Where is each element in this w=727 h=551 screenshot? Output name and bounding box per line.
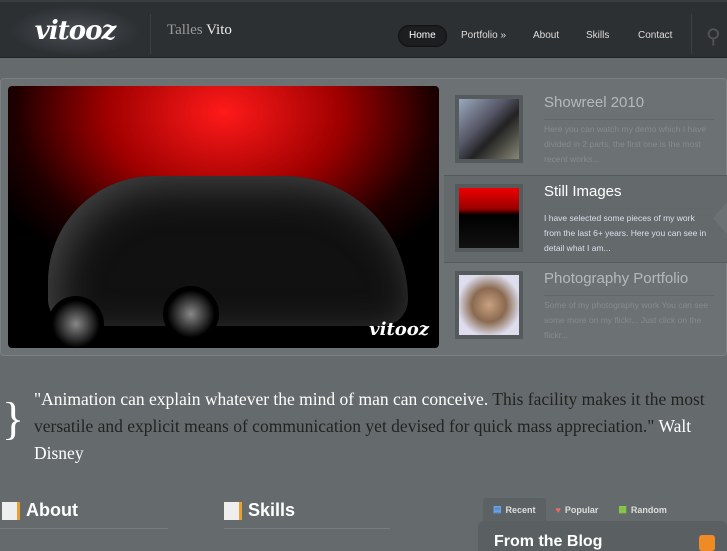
slider-item-photography[interactable]: Photography Portfolio Some of my photogr… [444,263,727,351]
search-icon[interactable]: ⚲ [706,24,721,49]
site-title: Talles Vito [167,22,232,38]
thumbnail [455,271,523,339]
car-image [48,176,408,326]
divider [150,14,151,54]
item-text: I have selected some pieces of my work f… [544,208,714,256]
skills-heading: Skills [224,500,295,521]
wheel [48,296,104,348]
thumbnail [455,95,523,163]
item-text: Some of my photography work You can see … [544,295,714,343]
nav-portfolio[interactable]: Portfolio » [450,25,517,47]
divider [691,14,692,54]
signature: vitooz [369,319,429,340]
slider-item-still-images[interactable]: Still Images I have selected some pieces… [444,175,727,263]
divider [224,528,390,529]
logo[interactable]: vitooz [10,6,140,56]
brace-icon: } [2,393,25,444]
quote: "Animation can explain whatever the mind… [34,389,705,463]
item-title: Still Images [544,183,622,200]
tab-random[interactable]: ▦ Random [608,498,677,521]
heart-icon: ♥ [555,504,561,515]
item-text: Here you can watch my demo which I have … [544,119,714,167]
grid-icon: ▦ [618,504,627,514]
header: vitooz Talles Vito Home Portfolio » Abou… [0,0,727,58]
about-heading: About [2,500,78,521]
blog-title: From the Blog [494,533,603,550]
divider [0,528,168,529]
thumbnail [455,184,523,252]
wheel [163,286,219,342]
blog-tabs: ▤ Recent ♥ Popular ▦ Random [483,498,677,521]
item-title: Showreel 2010 [544,94,645,111]
item-title: Photography Portfolio [544,270,689,287]
nav-skills[interactable]: Skills [575,25,620,47]
tab-popular[interactable]: ♥ Popular [546,498,609,521]
slider-item-showreel[interactable]: Showreel 2010 Here you can watch my demo… [444,87,727,175]
featured-image[interactable]: vitooz [8,86,439,348]
active-arrow [713,202,727,234]
blog-panel: From the Blog [478,521,727,551]
nav-home[interactable]: Home [398,25,447,47]
pencil-icon [2,501,20,520]
nav-about[interactable]: About [522,25,570,47]
tab-recent[interactable]: ▤ Recent [483,498,546,521]
pencil-icon [224,501,242,520]
list-icon: ▤ [493,504,502,514]
rss-icon[interactable] [699,535,715,551]
nav-contact[interactable]: Contact [627,25,683,47]
